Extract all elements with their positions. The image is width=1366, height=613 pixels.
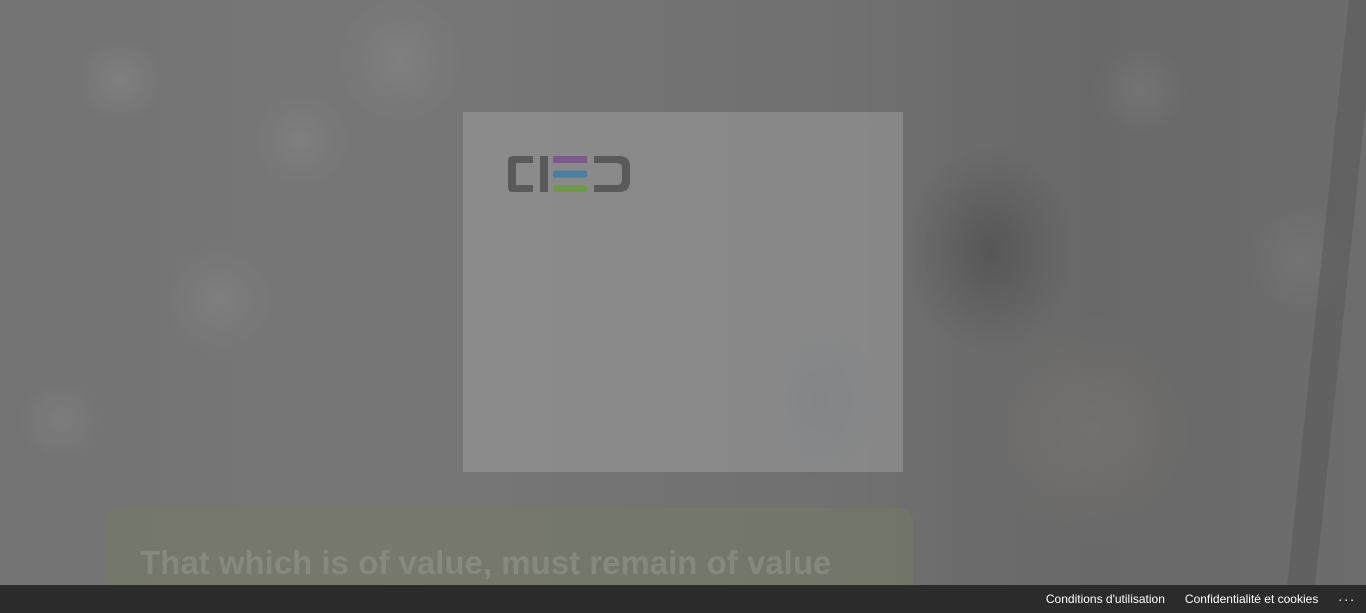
ellipsis-icon[interactable]: ... <box>1338 589 1356 609</box>
footer-bar: Conditions d'utilisation Confidentialité… <box>0 585 1366 613</box>
ced-logo-icon <box>507 155 631 193</box>
sign-in-page: That which is of value, must remain of v… <box>0 0 1366 613</box>
privacy-cookies-link[interactable]: Confidentialité et cookies <box>1185 592 1318 606</box>
sign-in-panel <box>463 112 903 472</box>
terms-link[interactable]: Conditions d'utilisation <box>1046 592 1165 606</box>
